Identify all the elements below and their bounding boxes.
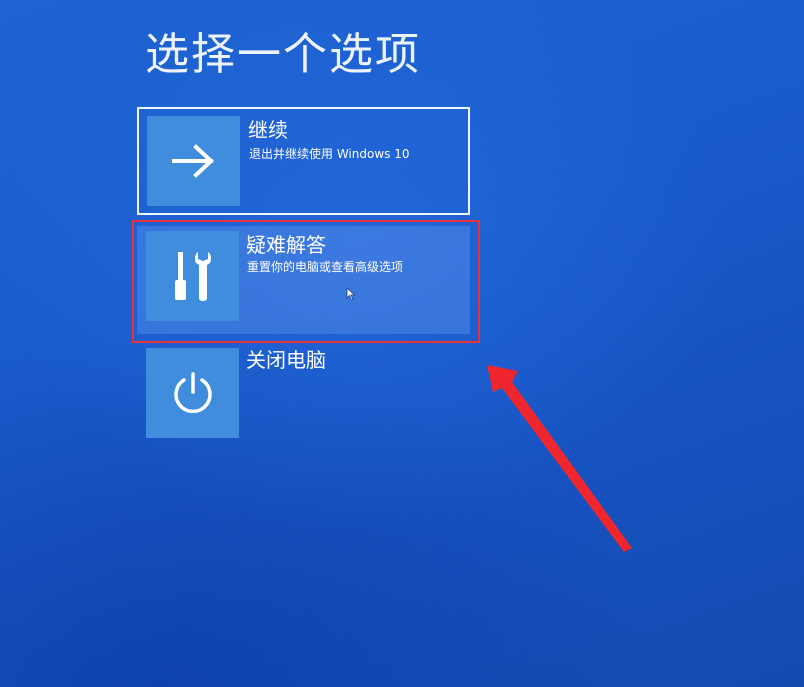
continue-description: 退出并继续使用 Windows 10 [249,147,410,161]
continue-icon-tile [147,116,240,206]
continue-option[interactable]: 继续 退出并继续使用 Windows 10 [137,107,470,215]
shutdown-option[interactable]: 关闭电脑 [137,343,470,451]
page-title: 选择一个选项 [145,29,421,80]
highlight-box [132,220,480,343]
shutdown-icon-tile [146,348,239,438]
power-icon [173,372,212,414]
shutdown-title: 关闭电脑 [246,348,326,372]
continue-title: 继续 [248,118,288,142]
arrow-right-icon [171,144,214,178]
mouse-cursor-icon [346,287,356,301]
